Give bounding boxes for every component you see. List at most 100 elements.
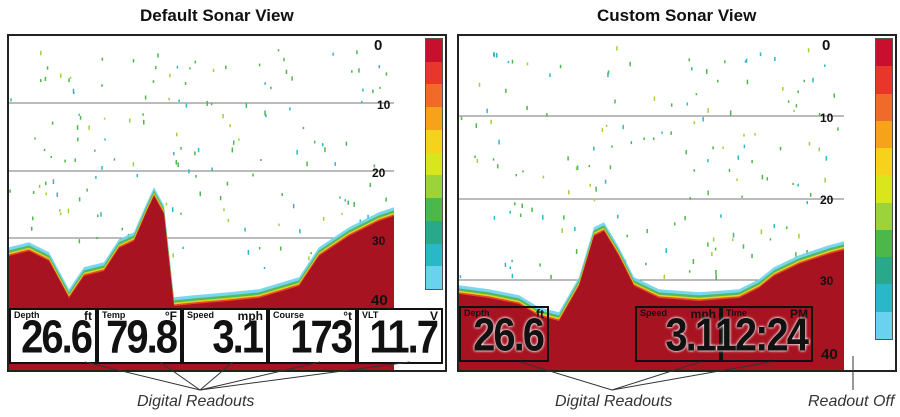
readout-vlt: VLT V 11.7 — [357, 308, 443, 364]
sonar-speckle — [358, 68, 360, 73]
sonar-speckle — [797, 90, 799, 94]
sonar-speckle — [754, 133, 756, 136]
color-scale-segment — [876, 284, 892, 312]
sonar-speckle — [795, 252, 797, 257]
sonar-speckle — [176, 132, 178, 137]
sonar-speckle — [742, 244, 745, 249]
sonar-speckle — [707, 159, 709, 163]
sonar-speckle — [76, 125, 79, 130]
sonar-speckle — [509, 266, 511, 270]
sonar-speckle — [372, 89, 374, 94]
sonar-speckle — [265, 114, 267, 118]
sonar-speckle — [302, 126, 305, 130]
readout-value: 26.6 — [473, 310, 545, 361]
sonar-speckle — [490, 119, 492, 125]
sonar-speckle — [824, 177, 826, 183]
custom-sonar-panel: 0 10 20 30 40 Depth ft 26.6 Speed mph 3.… — [457, 34, 897, 372]
readout-label: Speed — [640, 308, 668, 318]
depth-scale-0: 0 — [822, 37, 831, 54]
color-scale-segment — [426, 266, 442, 289]
sonar-speckle — [385, 72, 388, 76]
sonar-speckle — [707, 242, 709, 247]
digital-readout-depth-box: Depth ft 26.6 — [459, 306, 549, 362]
sonar-speckle — [59, 212, 62, 216]
sonar-speckle — [379, 86, 381, 89]
sonar-speckle — [104, 138, 106, 141]
sonar-speckle — [837, 127, 839, 131]
sonar-speckle — [351, 70, 353, 73]
sonar-speckle — [825, 156, 828, 161]
sonar-speckle — [231, 147, 234, 153]
sonar-speckle — [296, 149, 298, 155]
readout-value: 3.1 — [665, 310, 717, 361]
sonar-speckle — [360, 100, 363, 104]
sonar-speckle — [692, 259, 695, 264]
sonar-speckle — [59, 209, 61, 213]
sonar-speckle — [344, 199, 347, 202]
sonar-speckle — [238, 138, 240, 141]
sonar-speckle — [32, 191, 35, 194]
sonar-speckle — [199, 191, 201, 197]
sonar-speckle — [324, 147, 326, 153]
sonar-speckle — [731, 238, 734, 242]
sonar-speckle — [171, 207, 174, 213]
sonar-speckle — [616, 46, 618, 51]
sonar-speckle — [741, 195, 743, 198]
sonar-speckle — [194, 60, 197, 64]
sonar-speckle — [691, 67, 693, 71]
depth-scale-40: 40 — [371, 292, 388, 309]
sonar-speckle — [68, 78, 70, 83]
sonar-speckle — [278, 223, 280, 226]
sonar-speckle — [519, 213, 522, 218]
sonar-speckle — [782, 86, 784, 91]
sonar-speckle — [751, 159, 753, 164]
sonar-speckle — [322, 216, 325, 221]
sonar-speckle — [334, 162, 336, 166]
digital-readout-speed-time-box: Speed mph 3.1 Time PM 12:24 — [635, 306, 813, 362]
sonar-speckle — [86, 188, 88, 192]
sonar-speckle — [607, 72, 609, 78]
digital-readouts-caption-left: Digital Readouts — [137, 393, 255, 410]
sonar-speckle — [247, 249, 250, 255]
sonar-speckle — [142, 113, 144, 116]
sonar-speckle — [182, 246, 184, 250]
sonar-speckle — [653, 96, 656, 101]
sonar-speckle — [688, 58, 690, 62]
sonar-speckle — [332, 52, 334, 56]
sonar-speckle — [824, 64, 826, 67]
sonar-speckle — [795, 104, 798, 108]
sonar-speckle — [808, 141, 811, 146]
sonar-speckle — [474, 155, 476, 159]
sonar-speckle — [178, 99, 180, 102]
sonar-speckle — [785, 226, 788, 230]
color-scale-bar — [425, 38, 443, 290]
sonar-speckle — [652, 137, 655, 141]
sonar-speckle — [809, 192, 812, 197]
readout-time: Time PM 12:24 — [715, 306, 813, 362]
sonar-speckle — [684, 216, 686, 221]
sonar-speckle — [645, 262, 647, 266]
sonar-speckle — [172, 253, 174, 258]
sonar-speckle — [711, 251, 713, 257]
sonar-speckle — [224, 65, 227, 70]
sonar-speckle — [665, 248, 668, 254]
sonar-speckle — [605, 124, 608, 127]
sonar-speckle — [478, 82, 481, 87]
sonar-speckle — [289, 107, 291, 111]
readout-speed: Speed mph 3.1 — [635, 306, 721, 362]
sonar-speckle — [175, 160, 178, 165]
sonar-speckle — [630, 141, 633, 145]
sonar-speckle — [732, 232, 735, 238]
sonar-speckle — [743, 144, 746, 149]
sonar-speckle — [773, 224, 776, 229]
sonar-speckle — [292, 203, 295, 209]
sonar-speckle — [101, 57, 104, 61]
color-scale-segment — [876, 175, 892, 203]
sonar-speckle — [720, 214, 722, 218]
sonar-speckle — [189, 67, 191, 70]
sonar-speckle — [310, 252, 312, 255]
sonar-speckle — [88, 125, 90, 130]
sonar-speckle — [264, 82, 266, 85]
sonar-speckle — [64, 159, 66, 163]
sonar-speckle — [69, 76, 72, 79]
